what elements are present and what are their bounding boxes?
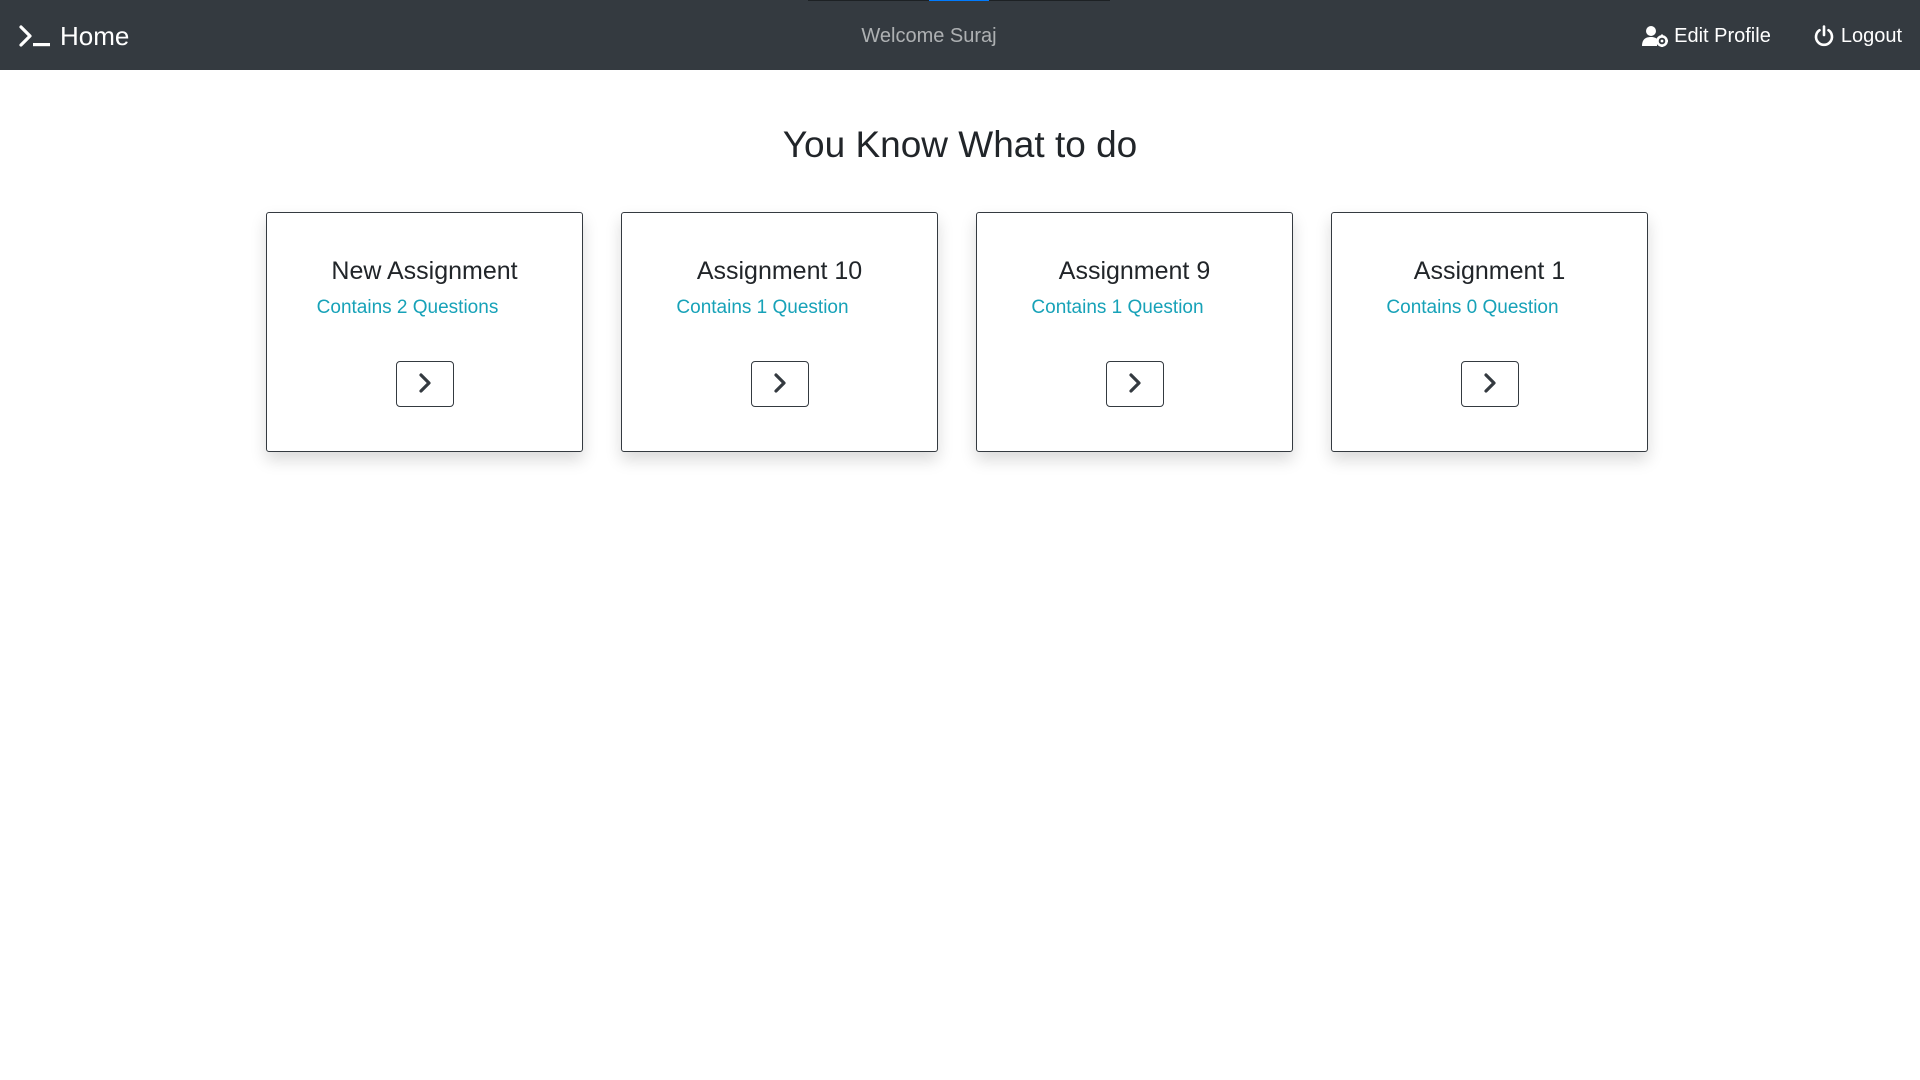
question-count: Contains 1 Question <box>1031 297 1204 318</box>
assignment-title: Assignment 9 <box>1058 257 1211 285</box>
assignment-card: Assignment 10 Contains 1 Question <box>621 212 938 452</box>
open-assignment-button[interactable] <box>1461 361 1519 407</box>
edit-profile-label: Edit Profile <box>1674 24 1771 47</box>
assignment-card: New Assignment Contains 2 Questions <box>266 212 583 452</box>
chevron-right-icon <box>417 372 433 397</box>
welcome-label: Welcome Suraj <box>861 24 997 47</box>
welcome-text: Welcome Suraj <box>0 0 1858 72</box>
page-title: You Know What to do <box>782 124 1138 165</box>
open-assignment-button[interactable] <box>751 361 809 407</box>
assignment-card: Assignment 1 Contains 0 Question <box>1331 212 1648 452</box>
power-icon <box>1813 25 1835 47</box>
chevron-right-icon <box>1482 372 1498 397</box>
question-count: Contains 2 Questions <box>316 297 499 318</box>
assignment-title: New Assignment <box>331 257 518 285</box>
assignment-title: Assignment 1 <box>1413 257 1566 285</box>
chevron-right-icon <box>1127 372 1143 397</box>
user-cog-icon <box>1642 25 1669 47</box>
nav-actions: Edit Profile Logout <box>1600 0 1902 72</box>
open-assignment-button[interactable] <box>396 361 454 407</box>
assignment-card: Assignment 9 Contains 1 Question <box>976 212 1293 452</box>
open-assignment-button[interactable] <box>1106 361 1164 407</box>
question-count: Contains 1 Question <box>676 297 849 318</box>
chevron-right-icon <box>772 372 788 397</box>
logout-link[interactable]: Logout <box>1813 25 1902 48</box>
logout-label: Logout <box>1840 24 1902 47</box>
top-navbar: Home Welcome Suraj Edit Profile Logout <box>0 0 1920 70</box>
question-count: Contains 0 Question <box>1386 297 1559 318</box>
edit-profile-link[interactable]: Edit Profile <box>1642 25 1771 48</box>
assignment-title: Assignment 10 <box>696 257 863 285</box>
assignment-cards: New Assignment Contains 2 Questions Assi… <box>266 212 1648 452</box>
